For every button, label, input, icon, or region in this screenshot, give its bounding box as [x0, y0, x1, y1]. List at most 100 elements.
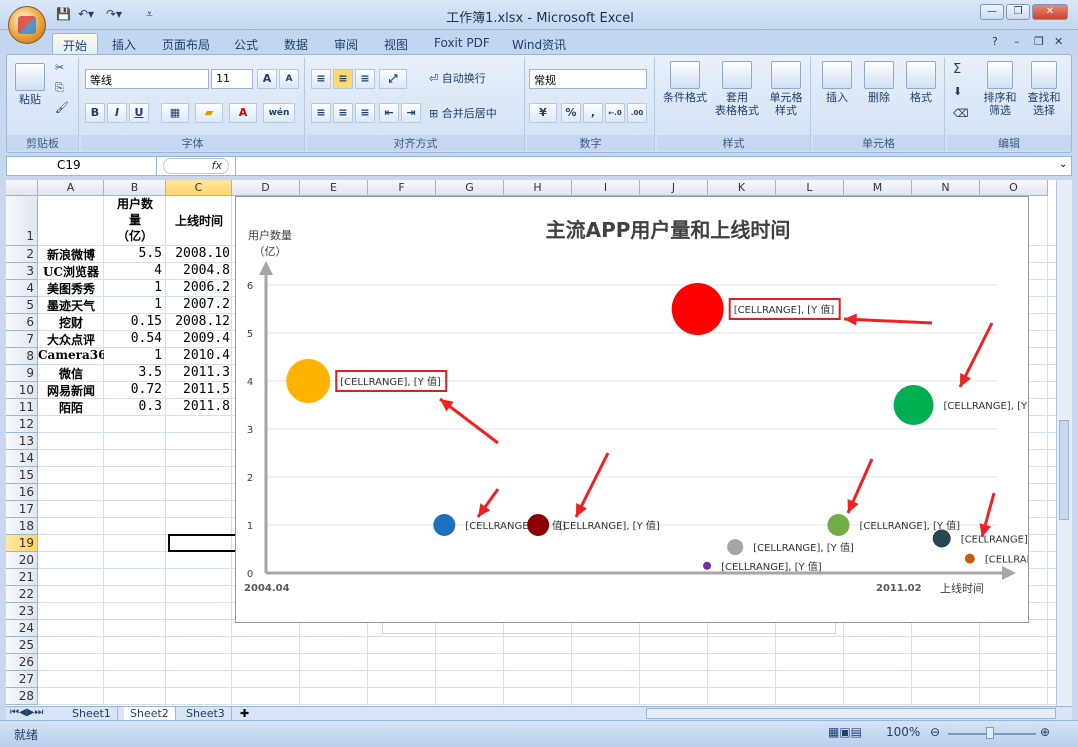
shrink-font-button[interactable]: A: [279, 69, 299, 89]
sheet-tab-3[interactable]: Sheet3: [180, 707, 232, 721]
office-button[interactable]: [8, 6, 46, 44]
row-header-7[interactable]: 7: [6, 331, 38, 348]
font-color-button[interactable]: A: [229, 103, 257, 123]
row-header-6[interactable]: 6: [6, 314, 38, 331]
wrap-text-button[interactable]: ⏎ 自动换行: [429, 72, 486, 85]
expand-formula-icon[interactable]: ⌄: [1059, 159, 1067, 170]
row-header-22[interactable]: 22: [6, 586, 38, 603]
copy-icon[interactable]: ⎘: [55, 81, 64, 94]
tab-insert[interactable]: 插入: [102, 33, 146, 54]
cell-b4[interactable]: 1: [104, 280, 162, 297]
ribbon-minimize-button[interactable]: –: [1014, 35, 1020, 48]
grow-font-button[interactable]: A: [257, 69, 277, 89]
row-header-24[interactable]: 24: [6, 620, 38, 637]
row-header-4[interactable]: 4: [6, 280, 38, 297]
percent-button[interactable]: %: [561, 103, 581, 123]
ribbon-close-button[interactable]: ✕: [1054, 35, 1063, 48]
italic-button[interactable]: I: [107, 103, 127, 123]
column-header-d[interactable]: D: [232, 180, 300, 196]
cell-a6[interactable]: 挖财: [38, 314, 104, 331]
cell-b5[interactable]: 1: [104, 297, 162, 314]
tab-review[interactable]: 审阅: [324, 33, 368, 54]
active-cell-c19[interactable]: [168, 534, 238, 552]
format-painter-icon[interactable]: 🖌: [55, 101, 69, 114]
row-header-25[interactable]: 25: [6, 637, 38, 654]
tab-foxit-pdf[interactable]: Foxit PDF: [424, 33, 500, 54]
column-header-o[interactable]: O: [980, 180, 1048, 196]
row-header-21[interactable]: 21: [6, 569, 38, 586]
row-header-16[interactable]: 16: [6, 484, 38, 501]
column-header-e[interactable]: E: [300, 180, 368, 196]
decrease-decimal-button[interactable]: .00: [627, 103, 647, 123]
minimize-button[interactable]: —: [980, 4, 1004, 20]
cell-b11[interactable]: 0.3: [104, 399, 162, 416]
orientation-icon[interactable]: ⤢: [379, 69, 407, 89]
currency-icon[interactable]: ¥: [529, 103, 557, 123]
increase-decimal-button[interactable]: ←.0: [605, 103, 625, 123]
cell-c10[interactable]: 2011.5: [166, 382, 232, 399]
find-select-button[interactable]: 查找和 选择: [1023, 61, 1065, 117]
zoom-slider-thumb[interactable]: [986, 727, 994, 739]
insert-sheet-icon[interactable]: ✚: [240, 707, 249, 720]
cell-a11[interactable]: 陌陌: [38, 399, 104, 416]
conditional-format-button[interactable]: 条件格式: [659, 61, 711, 104]
row-header-27[interactable]: 27: [6, 671, 38, 688]
row-header-28[interactable]: 28: [6, 688, 38, 705]
cell-styles-button[interactable]: 单元格 样式: [763, 61, 809, 117]
select-all-corner[interactable]: [6, 180, 38, 196]
cell-b3[interactable]: 4: [104, 263, 162, 280]
sheet-nav-icons[interactable]: ⏮◀▶⏭: [10, 707, 43, 718]
horizontal-scrollbar[interactable]: [646, 708, 1056, 719]
row-header-20[interactable]: 20: [6, 552, 38, 569]
cell-a10[interactable]: 网易新闻: [38, 382, 104, 399]
sheet-tab-1[interactable]: Sheet1: [66, 707, 118, 721]
row-header-14[interactable]: 14: [6, 450, 38, 467]
save-icon[interactable]: 💾: [56, 7, 71, 23]
align-right-icon[interactable]: ≡: [355, 103, 375, 123]
row-header-9[interactable]: 9: [6, 365, 38, 382]
align-top-icon[interactable]: ≡: [311, 69, 331, 89]
tab-view[interactable]: 视图: [374, 33, 418, 54]
sort-filter-button[interactable]: 排序和 筛选: [979, 61, 1021, 117]
increase-indent-icon[interactable]: ⇥: [401, 103, 421, 123]
row-header-12[interactable]: 12: [6, 416, 38, 433]
tab-formulas[interactable]: 公式: [224, 33, 268, 54]
cell-c11[interactable]: 2011.8: [166, 399, 232, 416]
row-header-19[interactable]: 19: [6, 535, 38, 552]
column-header-h[interactable]: H: [504, 180, 572, 196]
cell-b6[interactable]: 0.15: [104, 314, 162, 331]
cell-b2[interactable]: 5.5: [104, 246, 162, 263]
column-header-f[interactable]: F: [368, 180, 436, 196]
zoom-level[interactable]: 100%: [886, 725, 920, 739]
undo-icon[interactable]: ↶▾: [78, 7, 94, 23]
row-header-26[interactable]: 26: [6, 654, 38, 671]
column-header-j[interactable]: J: [640, 180, 708, 196]
row-header-5[interactable]: 5: [6, 297, 38, 314]
vertical-scrollbar[interactable]: [1056, 180, 1072, 706]
column-header-k[interactable]: K: [708, 180, 776, 196]
help-icon[interactable]: ?: [992, 35, 998, 48]
delete-cells-button[interactable]: 删除: [859, 61, 899, 104]
insert-cells-button[interactable]: 插入: [817, 61, 857, 104]
zoom-out-icon[interactable]: ⊖: [930, 725, 940, 739]
column-header-n[interactable]: N: [912, 180, 980, 196]
cell-c1[interactable]: 上线时间: [166, 212, 232, 229]
font-size-select[interactable]: 11: [211, 69, 253, 89]
formula-input[interactable]: [235, 157, 1057, 175]
align-middle-icon[interactable]: ≡: [333, 69, 353, 89]
column-header-m[interactable]: M: [844, 180, 912, 196]
redo-icon[interactable]: ↷▾: [106, 7, 122, 23]
align-center-icon[interactable]: ≡: [333, 103, 353, 123]
cell-a3[interactable]: UC浏览器: [38, 263, 104, 280]
cell-c8[interactable]: 2010.4: [166, 348, 232, 365]
align-bottom-icon[interactable]: ≡: [355, 69, 375, 89]
cell-c4[interactable]: 2006.2: [166, 280, 232, 297]
tab-home[interactable]: 开始: [52, 33, 99, 54]
number-format-select[interactable]: 常规: [529, 69, 647, 89]
cell-c7[interactable]: 2009.4: [166, 331, 232, 348]
vertical-scroll-thumb[interactable]: [1059, 420, 1069, 520]
row-header-13[interactable]: 13: [6, 433, 38, 450]
cell-b10[interactable]: 0.72: [104, 382, 162, 399]
cut-icon[interactable]: ✂: [55, 61, 64, 74]
font-name-select[interactable]: 等线: [85, 69, 209, 89]
